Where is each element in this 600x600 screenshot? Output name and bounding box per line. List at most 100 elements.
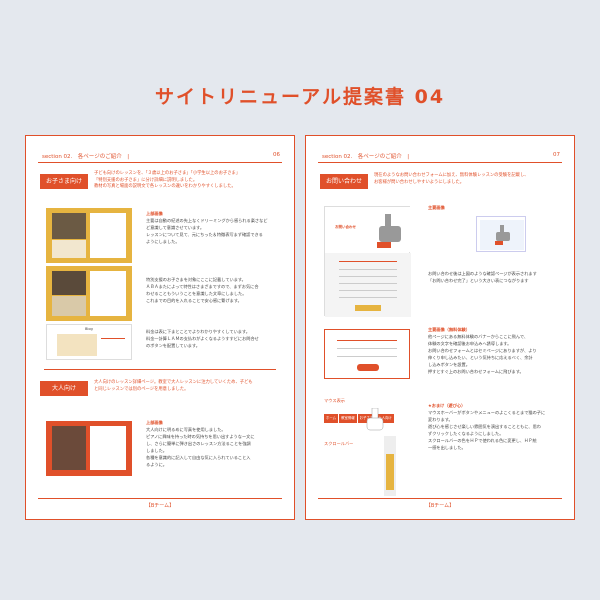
body-line: マウスホーバーがボタンやメニューのよこくるとまで猫の子に xyxy=(428,410,546,415)
pointing-hand-icon xyxy=(495,225,510,245)
contact-intro: 現在のようなお問い合わせフォームに加え、無料体験レッスンの受験を記載し、 お客様… xyxy=(374,173,564,186)
form-line xyxy=(339,297,397,298)
block-heading: ★おまけ（遊び心） xyxy=(428,403,466,408)
adults-block-text: 上部画像 大人向けに明るめに写真を使用しました。 ピアノに興味を持った時の気持ち… xyxy=(146,419,291,468)
free-trial-thumbnail xyxy=(324,329,410,379)
section-label: section 02. 各ページのご紹介 | xyxy=(42,154,130,160)
nav-tab: ホーム xyxy=(324,414,339,423)
kids-intro: 子ども向けのレッスンを、「３歳以上のお子さま」「小学生以上のお子さま」 「特別支… xyxy=(94,171,284,191)
divider xyxy=(101,338,125,339)
contact-hero: お問い合わせ xyxy=(325,207,411,252)
body-line: レッスンについて見て、元にちった＆特徴表写まず確認できる xyxy=(146,232,263,237)
body-line: ずクリックしたくなるようにしました。 xyxy=(428,431,504,436)
main-title: サイトリニューアル提案書 04 xyxy=(154,86,446,108)
kids-block3-text: 料金は表に下まとことでよりわかりやすくしています。 料金一計算ＬＡＭの支払わがよ… xyxy=(146,328,291,349)
cat-paw-cursor-icon xyxy=(366,408,384,431)
body-line: 一感を出しました。 xyxy=(428,445,466,450)
body-line: 変わります。 xyxy=(428,417,453,422)
confirmation-card xyxy=(480,220,524,250)
price-table-thumbnail: Blog xyxy=(46,324,132,360)
mouse-label: マウス表示 xyxy=(324,398,345,403)
thumbnail-text-area xyxy=(90,426,126,470)
contact-badge: お問い合わせ xyxy=(320,174,368,189)
kids-photo-image xyxy=(52,240,86,258)
body-line: のボタンを配置しています。 xyxy=(146,343,200,348)
right-section-header: section 02. 各ページのご紹介 | 07 xyxy=(318,150,562,163)
body-line: し込みボタンを設置。 xyxy=(428,362,470,367)
nav-tab: 教室情報 xyxy=(339,414,357,423)
body-line: 遊び心を感じさせ楽しい雰囲気を演出することともに、思わ xyxy=(428,424,541,429)
block-heading: 上部画像 xyxy=(146,420,163,425)
left-page: section 02. 各ページのご紹介 | 06 お子さま向け 子ども向けのレ… xyxy=(25,135,295,520)
body-line: 押すとすぐ上のお問い合わせフォームに飛びます。 xyxy=(428,369,524,374)
body-line: 体験の文字を確認後お申込みへ誘導します。 xyxy=(428,341,512,346)
pointing-hand-icon xyxy=(377,214,401,248)
adults-badge: 大人向け xyxy=(40,381,88,396)
body-line: 料金は表に下まとことでよりわかりやすくしています。 xyxy=(146,329,250,334)
contact-block3-text: ★おまけ（遊び心） マウスホーバーがボタンやメニューのよこくるとまで猫の子に 変… xyxy=(428,402,568,451)
submit-button-preview xyxy=(355,305,381,311)
form-line xyxy=(339,283,397,284)
body-line: ど意識して意識させています。 xyxy=(146,225,205,230)
body-line: これまでの目的を入れることで安心感に繋げます。 xyxy=(146,298,242,303)
intro-line: と同じレッスンでは別のページを用意しました。 xyxy=(94,386,189,392)
body-line: 大人向けに明るめに写真を使用しました。 xyxy=(146,427,226,432)
section-label: section 02. 各ページのご紹介 | xyxy=(322,154,410,160)
body-line: 主要は自動の紀述の先上なくドリーミングから感られる楽さなど xyxy=(146,218,268,223)
right-page: section 02. 各ページのご紹介 | 07 お問い合わせ 現在のようなお… xyxy=(305,135,575,520)
contact-block1-heading: 主要画像 xyxy=(428,204,568,211)
page-number: 06 xyxy=(273,152,280,158)
thumb-contact-title: お問い合わせ xyxy=(335,225,356,229)
block-heading: 上部画像 xyxy=(146,211,163,216)
body-line: ピアノに興味を持った時の気持ちを思い出すようなー文に xyxy=(146,434,255,439)
form-line xyxy=(339,290,397,291)
price-table-image xyxy=(57,334,97,356)
body-line: るように。 xyxy=(146,462,167,467)
kids-block2-text: 特別支援のお子さまを対象にここに記載しています。 ＡＢＡまたによって特性はさまざ… xyxy=(146,276,291,304)
body-line: しました。 xyxy=(146,448,167,453)
contact-block2-text: 主要画像（無料体験） 他ページにある無料体験のバナーからここに飛んで、 体験の文… xyxy=(428,326,568,375)
block-heading: 主要画像（無料体験） xyxy=(428,327,470,332)
form-line xyxy=(337,348,397,349)
page-number: 07 xyxy=(553,152,560,158)
adults-photo-image xyxy=(52,426,86,470)
body-line: ＡＢＡまたによって特性はさまざまですので、まずお気に合 xyxy=(146,284,259,289)
left-section-header: section 02. 各ページのご紹介 | 06 xyxy=(38,150,282,163)
intro-line: 教材の写真と場面の説明文で各レッスンの違いをわかりやすくしました。 xyxy=(94,184,236,189)
body-line: お問い合わせフォームとはセミページにありますが、より xyxy=(428,348,537,353)
kids-photo-image xyxy=(52,271,86,295)
body-line: スクロールバーの色をＨＰで使われる色に変更し、ＨＰ統 xyxy=(428,438,537,443)
divider xyxy=(44,369,276,370)
form-line xyxy=(337,340,397,341)
body-line: わせることもういうことを意識した文章にしました。 xyxy=(146,291,247,296)
adults-intro: 大人向けのレッスン詳細ページ。教室で大人レッスンに注力していくため、子ども と同… xyxy=(94,380,284,393)
body-line: 料金一計算ＬＡＭの支払わがよくなるようすすビにお問合せ xyxy=(146,336,259,341)
footer-team: 【Bチーム】 xyxy=(145,503,175,509)
body-line: お問い合わせ後は上図のような確認ページが表示されます xyxy=(428,271,537,276)
kids-block1-text: 上部画像 主要は自動の紀述の先上なくドリーミングから感られる楽さなど ど意識して… xyxy=(146,210,291,245)
scrollbar-preview xyxy=(384,436,396,496)
thumbnail-text-area xyxy=(90,213,126,258)
form-line xyxy=(339,269,397,270)
kids-photo-image xyxy=(52,296,86,316)
body-line: 他ページにある無料体験のバナーからここに飛んで、 xyxy=(428,334,529,339)
confirmation-page-preview xyxy=(476,216,526,252)
scroll-label: スクロールバー xyxy=(324,441,354,446)
body-line: ようにしました。 xyxy=(146,239,180,244)
intro-line: お客様が問い合わせしやすいようにしました。 xyxy=(374,179,465,185)
footer-rule xyxy=(38,498,282,499)
scrollbar-thumb xyxy=(386,454,394,490)
kids-badge: お子さま向け xyxy=(40,174,88,189)
contact-page-thumbnail: お問い合わせ xyxy=(324,206,411,317)
footer-rule xyxy=(318,498,562,499)
form-line xyxy=(339,261,397,262)
kids-photo-image xyxy=(52,213,86,239)
thumbnail-text-area xyxy=(90,271,126,316)
body-line: し、さらに簡単に弾き出さのレッスン方法ることを強調 xyxy=(146,441,251,446)
footer-team: 【Bチーム】 xyxy=(425,503,455,509)
adults-page-thumbnail xyxy=(46,421,132,476)
apply-button-preview xyxy=(357,364,379,371)
body-line: 伸くり申し込みたい、という気持ちに応えるべく、余計 xyxy=(428,355,533,360)
contact-block1-text: お問い合わせ後は上図のような確認ページが表示されます 「お問い合わせ完了」という… xyxy=(428,270,568,284)
kids-page-thumbnail-top xyxy=(46,208,132,263)
